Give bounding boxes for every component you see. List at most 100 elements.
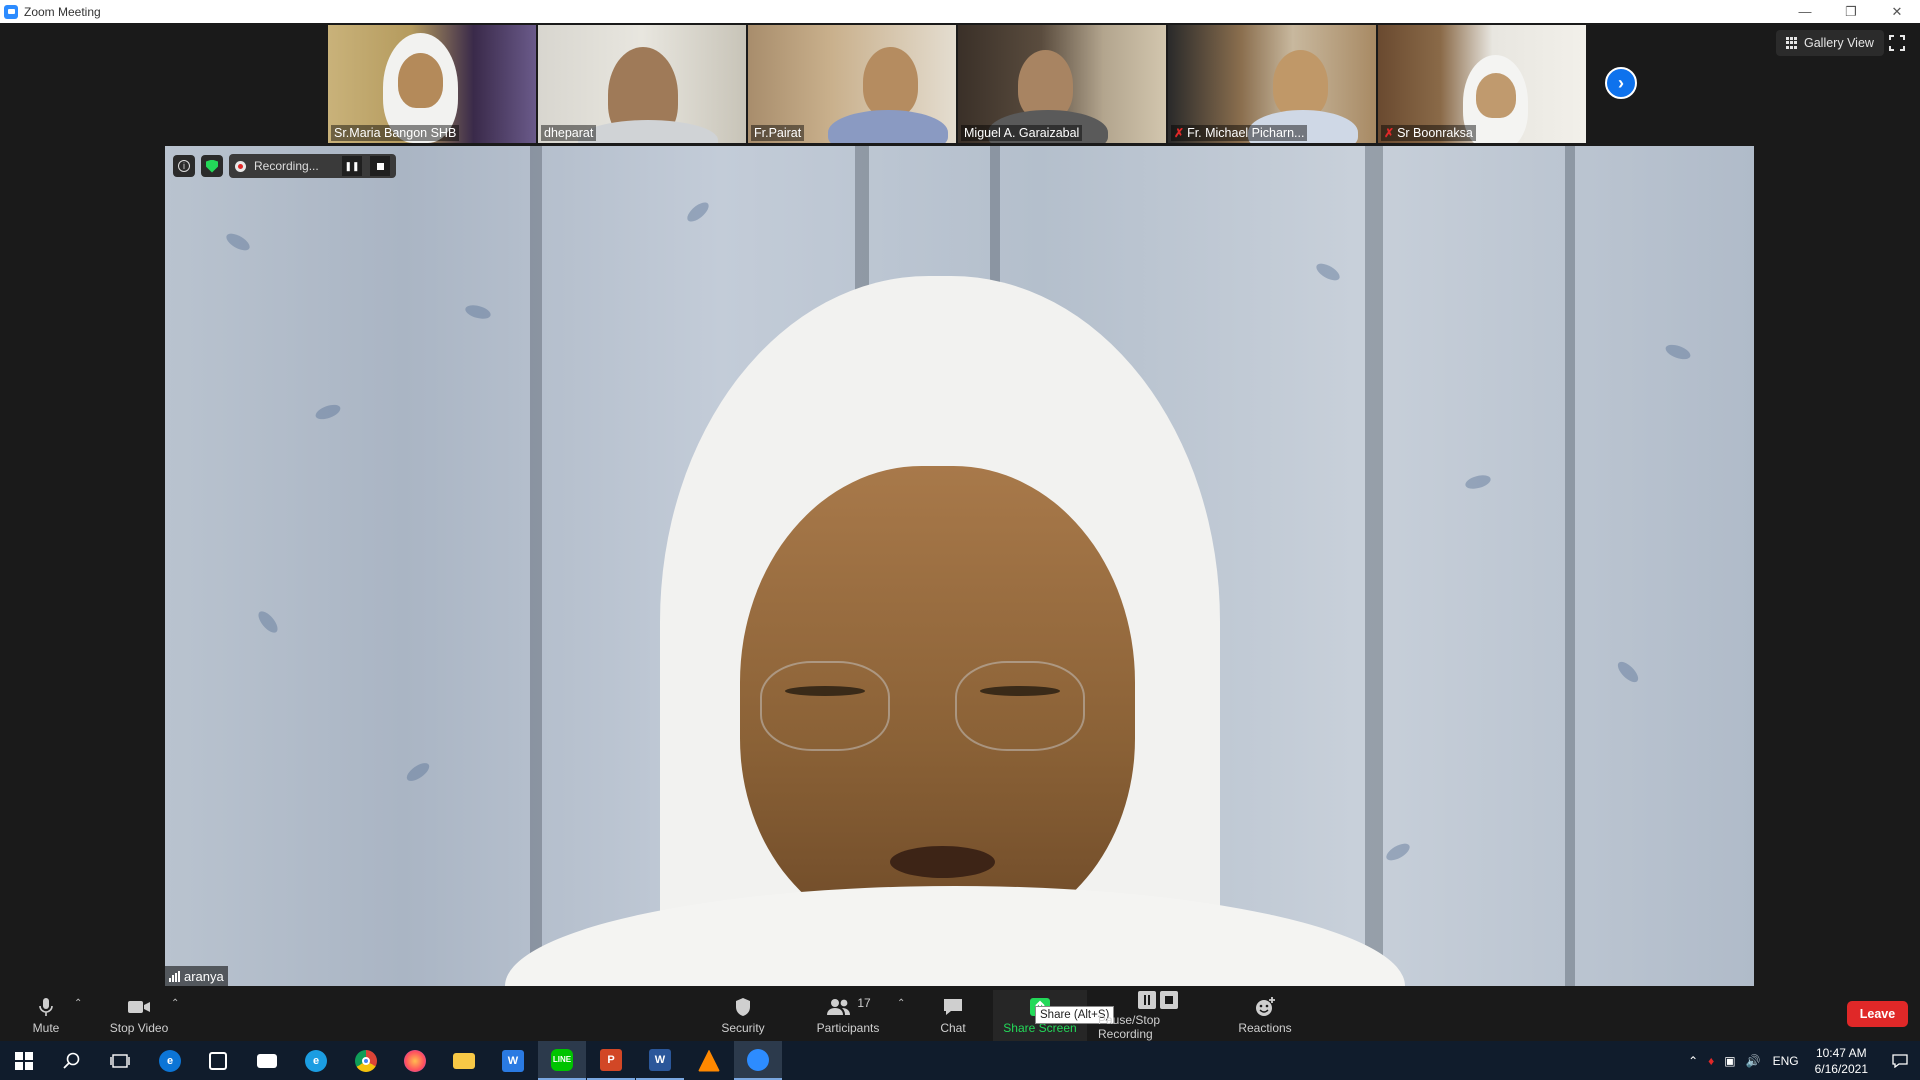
taskbar-store[interactable] <box>194 1041 242 1080</box>
meeting-area: Sr.Maria Bangon SHB dheparat Fr.Pairat M… <box>0 23 1920 990</box>
participant-tile[interactable]: dheparat <box>538 25 746 143</box>
taskbar-line[interactable]: LINE <box>538 1041 586 1080</box>
taskbar-file-explorer[interactable] <box>440 1041 488 1080</box>
recording-status-text: Recording... <box>254 159 319 173</box>
participants-options-caret-icon[interactable]: ⌃ <box>897 998 905 1009</box>
participant-tile[interactable]: Sr.Maria Bangon SHB <box>328 25 536 143</box>
participants-icon: 17 <box>825 996 871 1018</box>
taskbar-app[interactable]: W <box>489 1041 537 1080</box>
folder-icon <box>453 1052 475 1069</box>
participants-count: 17 <box>857 996 871 1010</box>
taskbar-word[interactable]: W <box>636 1041 684 1080</box>
reactions-emoji-icon <box>1254 996 1276 1018</box>
gallery-view-button[interactable]: Gallery View <box>1776 30 1884 56</box>
window-title: Zoom Meeting <box>24 4 101 19</box>
chat-button[interactable]: Chat <box>932 990 974 1041</box>
microphone-icon <box>39 996 53 1018</box>
chat-label: Chat <box>940 1021 966 1035</box>
audio-options-caret-icon[interactable]: ⌃ <box>74 998 82 1009</box>
pause-stop-recording-button[interactable]: Pause/Stop Recording <box>1098 990 1218 1041</box>
internet-explorer-icon: e <box>305 1049 327 1072</box>
system-tray: ⌃ ♦ ▣ 🔊 ENG 10:47 AM 6/16/2021 <box>1688 1041 1920 1080</box>
shield-icon <box>206 159 218 173</box>
speaker-name: aranya <box>184 968 224 984</box>
participant-tile[interactable]: Miguel A. Garaizabal <box>958 25 1166 143</box>
participant-name-label: ✗ Sr Boonraksa <box>1381 125 1476 141</box>
encryption-shield-button[interactable] <box>201 155 223 177</box>
video-options-caret-icon[interactable]: ⌃ <box>171 998 179 1009</box>
pause-stop-recording-label: Pause/Stop Recording <box>1098 1013 1161 1041</box>
next-page-button[interactable]: › <box>1605 67 1637 99</box>
volume-icon[interactable]: 🔊 <box>1746 1054 1761 1068</box>
participant-name-label: Sr.Maria Bangon SHB <box>331 125 460 141</box>
start-button[interactable] <box>0 1041 48 1080</box>
taskbar-mail[interactable] <box>243 1041 291 1080</box>
clock-time: 10:47 AM <box>1815 1045 1867 1060</box>
pause-recording-button[interactable]: ❚❚ <box>342 156 362 176</box>
vlc-icon <box>698 1049 720 1072</box>
taskbar-vlc[interactable] <box>685 1041 733 1080</box>
participant-name-label: ✗ Fr. Michael Picharn... <box>1171 125 1308 141</box>
firefox-icon <box>404 1049 426 1072</box>
zoom-app-icon <box>4 4 18 19</box>
search-button[interactable] <box>48 1041 96 1080</box>
recording-bar: i Recording... ❚❚ <box>173 154 396 178</box>
reactions-button[interactable]: Reactions <box>1236 990 1294 1041</box>
participants-button[interactable]: 17 Participants <box>812 990 884 1041</box>
word-icon: W <box>649 1048 671 1071</box>
taskbar-powerpoint[interactable]: P <box>587 1041 635 1080</box>
mute-label: Mute <box>32 1021 60 1035</box>
participant-tile[interactable]: Fr.Pairat <box>748 25 956 143</box>
restore-icon[interactable]: ❐ <box>1828 0 1874 23</box>
stop-video-button[interactable]: Stop Video <box>104 990 174 1041</box>
mail-icon <box>257 1053 277 1068</box>
record-icon <box>235 160 246 172</box>
network-icon[interactable]: ▣ <box>1724 1054 1735 1068</box>
security-button[interactable]: Security <box>718 990 768 1041</box>
show-hidden-icons-icon[interactable]: ⌃ <box>1688 1054 1698 1068</box>
meeting-info-button[interactable]: i <box>173 155 195 177</box>
video-camera-icon <box>127 996 151 1018</box>
security-label: Security <box>721 1021 765 1035</box>
shield-icon <box>734 996 752 1018</box>
fullscreen-icon[interactable] <box>1889 35 1905 51</box>
windows-taskbar: e e W LINE P W ⌃ ♦ ▣ 🔊 ENG 10:47 AM 6/16… <box>0 1041 1920 1080</box>
input-language-indicator[interactable]: ENG <box>1773 1054 1799 1068</box>
edge-icon: e <box>159 1049 181 1072</box>
participant-name-label: Miguel A. Garaizabal <box>961 125 1083 141</box>
stop-recording-button[interactable] <box>370 156 390 176</box>
participant-tile[interactable]: ✗ Sr Boonraksa <box>1378 25 1586 143</box>
taskbar-edge[interactable]: e <box>146 1041 194 1080</box>
line-messenger-icon: LINE <box>551 1048 573 1071</box>
chevron-right-icon: › <box>1618 72 1624 93</box>
taskbar-zoom[interactable] <box>734 1041 782 1080</box>
gallery-strip: Sr.Maria Bangon SHB dheparat Fr.Pairat M… <box>328 25 1586 143</box>
taskbar-chrome[interactable] <box>342 1041 390 1080</box>
search-icon <box>63 1052 80 1069</box>
muted-mic-icon: ✗ <box>1174 126 1185 140</box>
mute-button[interactable]: Mute <box>24 990 68 1041</box>
app-icon: W <box>502 1049 524 1072</box>
signal-bars-icon <box>169 970 180 982</box>
participants-label: Participants <box>816 1021 880 1035</box>
antivirus-shield-icon[interactable]: ♦ <box>1708 1054 1714 1068</box>
participant-tile[interactable]: ✗ Fr. Michael Picharn... <box>1168 25 1376 143</box>
leave-button[interactable]: Leave <box>1847 1001 1908 1027</box>
system-clock[interactable]: 10:47 AM 6/16/2021 <box>1815 1045 1868 1077</box>
chat-icon <box>942 996 964 1018</box>
taskbar-ie[interactable]: e <box>292 1041 340 1080</box>
pause-stop-icon <box>1136 990 1180 1010</box>
gallery-view-label: Gallery View <box>1804 36 1874 50</box>
clock-date: 6/16/2021 <box>1814 1061 1868 1076</box>
chrome-icon <box>355 1049 377 1072</box>
minimize-icon[interactable]: — <box>1782 0 1828 23</box>
participant-name-label: Fr.Pairat <box>751 125 805 141</box>
notifications-icon[interactable] <box>1880 1053 1920 1068</box>
window-controls: — ❐ ✕ <box>1782 0 1920 23</box>
taskbar-firefox[interactable] <box>391 1041 439 1080</box>
task-view-button[interactable] <box>96 1041 144 1080</box>
speaker-name-label: aranya <box>165 966 228 986</box>
window-titlebar: Zoom Meeting — ❐ ✕ <box>0 0 1920 23</box>
recording-indicator: Recording... ❚❚ <box>229 154 396 178</box>
close-icon[interactable]: ✕ <box>1874 0 1920 23</box>
